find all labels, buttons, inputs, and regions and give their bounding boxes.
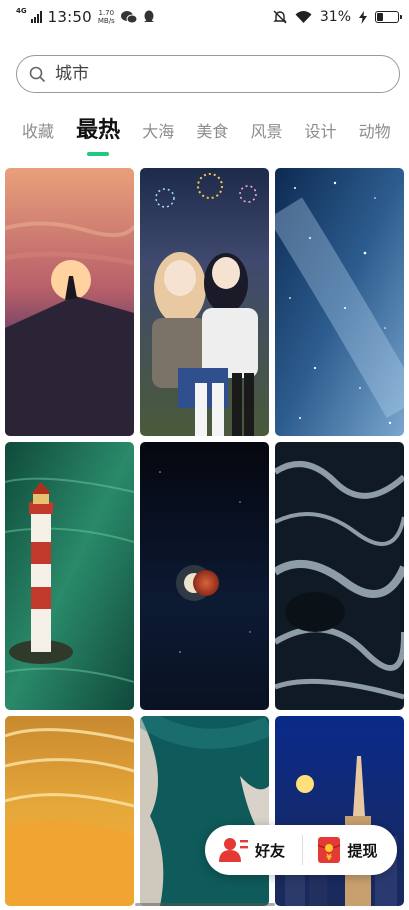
network-speed: 1.70 MB/s (97, 9, 115, 25)
qq-icon (143, 10, 154, 22)
withdraw-button[interactable]: ¥ 提现 (303, 825, 397, 875)
tab-hottest[interactable]: 最热 (76, 112, 120, 144)
friends-label: 好友 (255, 841, 286, 860)
search-bar[interactable] (16, 55, 400, 93)
wallpaper-golden-beach[interactable] (5, 716, 134, 906)
wallpaper-ocean-waves[interactable] (275, 442, 404, 710)
wallpaper-lighthouse[interactable] (5, 442, 134, 710)
battery-icon (375, 11, 402, 23)
friends-button[interactable]: 好友 (205, 825, 302, 875)
clock-time: 13:50 (47, 8, 92, 26)
battery-level (377, 13, 383, 21)
tab-food[interactable]: 美食 (196, 118, 228, 142)
person-add-icon (219, 838, 248, 862)
red-envelope-icon: ¥ (318, 837, 341, 863)
floating-action-bar: 好友 ¥ 提现 (205, 825, 397, 875)
wallpaper-city-moon[interactable] (275, 716, 404, 906)
charging-icon (359, 10, 367, 24)
search-input[interactable] (55, 64, 355, 84)
home-indicator (135, 903, 275, 906)
wallpaper-anime-girls[interactable] (140, 168, 269, 436)
withdraw-label: 提现 (347, 841, 378, 860)
mute-bell-icon (273, 10, 287, 24)
wallpaper-lunar-eclipse[interactable] (140, 442, 269, 710)
wallpaper-milky-way[interactable] (275, 168, 404, 436)
tab-animals[interactable]: 动物 (359, 118, 391, 142)
tab-sea[interactable]: 大海 (142, 118, 174, 142)
search-icon (29, 66, 45, 82)
signal-icon (30, 11, 42, 23)
category-tabs: 收藏 最热 大海 美食 风景 设计 动物 抽象 (0, 112, 409, 160)
svg-text:¥: ¥ (327, 853, 333, 862)
wallpaper-desert-sunset[interactable] (5, 168, 134, 436)
tab-design[interactable]: 设计 (305, 118, 337, 142)
status-bar: 4G 13:50 1.70 MB/s 31% (0, 0, 409, 34)
wifi-icon (295, 10, 312, 23)
tab-scenery[interactable]: 风景 (250, 118, 282, 142)
wechat-icon (120, 11, 137, 24)
network-type: 4G (16, 7, 27, 15)
battery-percent: 31% (319, 9, 351, 25)
wallpaper-coastline-aerial[interactable] (140, 716, 269, 906)
tab-favorites[interactable]: 收藏 (22, 118, 54, 142)
